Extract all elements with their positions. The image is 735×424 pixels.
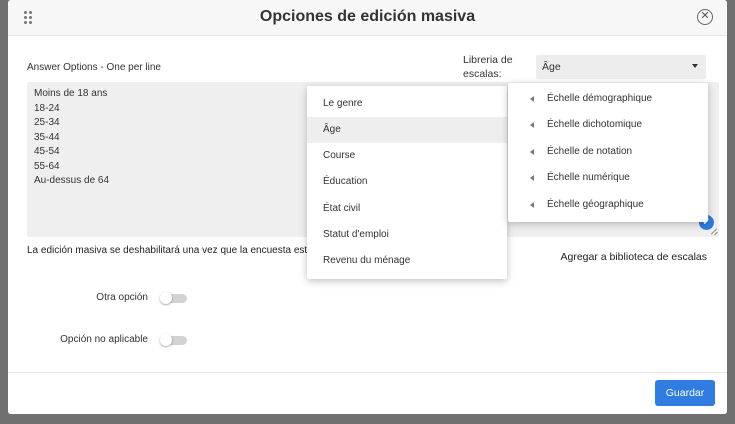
scale-type-submenu: Échelle démographique Échelle dichotomiqu… <box>508 83 708 222</box>
scale-library-label: Libreria de escalas: <box>463 54 513 80</box>
submenu-item[interactable]: Échelle dichotomique <box>508 112 708 138</box>
menu-item[interactable]: Revenu du ménage <box>307 248 507 274</box>
chevron-left-icon <box>530 96 534 102</box>
modal-header: Opciones de edición masiva ✕ <box>8 0 727 36</box>
submenu-item[interactable]: Échelle numérique <box>508 165 708 191</box>
menu-item[interactable]: Statut d'emploi <box>307 222 507 248</box>
menu-item[interactable]: Course <box>307 143 507 169</box>
chevron-down-icon <box>692 64 698 68</box>
submenu-item[interactable]: Échelle de notation <box>508 139 708 165</box>
menu-item[interactable]: Le genre <box>307 91 507 117</box>
scale-library-value: Âge <box>542 61 561 73</box>
modal-footer: Guardar <box>8 372 727 414</box>
chevron-left-icon <box>530 122 534 129</box>
other-option-toggle[interactable] <box>160 292 187 304</box>
scale-category-menu: Le genre Âge Course Éducation État civil Stat… <box>307 86 507 279</box>
modal-title: Opciones de edición masiva <box>259 8 476 25</box>
add-to-scale-library-link[interactable]: Agregar a biblioteca de escalas <box>560 251 707 263</box>
not-applicable-row: Opción no aplicable <box>8 334 188 348</box>
chevron-left-icon <box>530 148 534 155</box>
save-button[interactable]: Guardar <box>655 380 715 406</box>
other-option-row: Otra opción <box>8 292 188 306</box>
menu-item[interactable]: État civil <box>307 196 507 222</box>
submenu-item-label: Échelle dichotomique <box>547 119 643 131</box>
chevron-left-icon <box>530 175 534 182</box>
submenu-item-label: Échelle géographique <box>547 198 644 210</box>
submenu-item-label: Échelle démographique <box>547 93 653 104</box>
close-icon[interactable]: ✕ <box>697 9 713 25</box>
not-applicable-label: Opción no aplicable <box>60 334 148 345</box>
menu-item[interactable]: Âge <box>307 116 507 144</box>
bulk-edit-notice: La edición masiva se deshabilitará una v… <box>27 245 313 256</box>
submenu-item-label: Échelle numérique <box>547 172 630 184</box>
submenu-item[interactable]: Échelle géographique <box>508 192 708 218</box>
menu-item[interactable]: Éducation <box>307 169 507 195</box>
submenu-item-label: Échelle de notation <box>547 145 633 157</box>
submenu-item[interactable]: Échelle démographique <box>508 86 708 112</box>
chevron-left-icon <box>530 201 534 208</box>
other-option-label: Otra opción <box>96 292 148 303</box>
not-applicable-toggle[interactable] <box>160 334 187 346</box>
scale-library-select[interactable]: Âge <box>536 55 706 79</box>
answer-options-label: Answer Options - One per line <box>27 62 161 73</box>
